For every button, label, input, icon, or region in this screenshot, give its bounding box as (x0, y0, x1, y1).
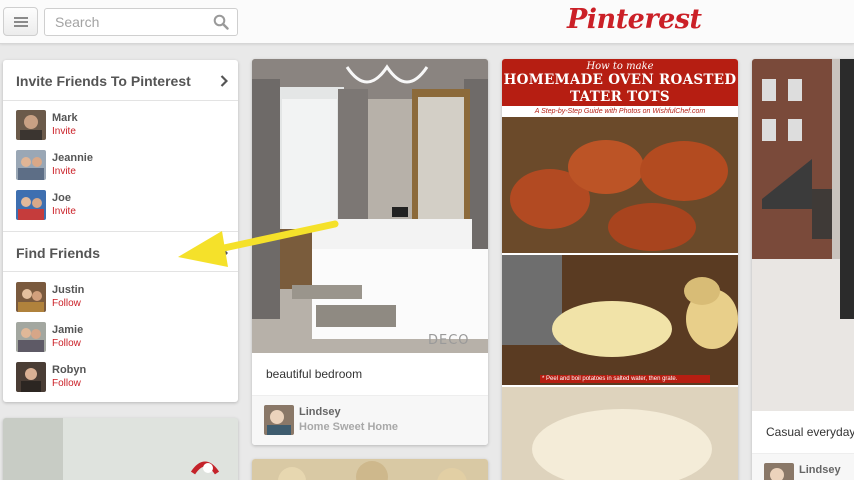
avatar[interactable] (16, 322, 46, 352)
follow-link[interactable]: Follow (52, 298, 81, 309)
avatar[interactable] (16, 190, 46, 220)
pin-card[interactable] (3, 418, 238, 480)
search-icon[interactable] (213, 14, 229, 30)
pin-card[interactable]: How to make HOMEMADE OVEN ROASTED TATER … (502, 59, 738, 480)
avatar[interactable] (16, 150, 46, 180)
search-input[interactable] (55, 13, 205, 31)
invite-link[interactable]: Invite (52, 126, 76, 137)
pin-image[interactable]: DECO (252, 59, 488, 353)
avatar[interactable] (264, 405, 294, 435)
find-friend-item: Jamie Follow (16, 322, 226, 352)
recipe-title-line1: HOMEMADE OVEN ROASTED (503, 72, 737, 88)
top-header: Pinterest (0, 0, 854, 44)
pinterest-logo[interactable]: Pinterest (567, 4, 702, 35)
invite-friend-item: Jeannie Invite (16, 150, 226, 180)
recipe-title-line2: TATER TOTS (570, 89, 670, 105)
pin-board-name[interactable]: Home Sweet Home (299, 421, 398, 433)
annotation-arrow-icon (178, 220, 339, 267)
pin-attribution: Lindsey (752, 453, 854, 480)
recipe-title-small: How to make (586, 61, 654, 72)
avatar[interactable] (16, 282, 46, 312)
pin-card[interactable] (252, 459, 488, 480)
pin-image[interactable] (252, 459, 488, 480)
pin-user-name[interactable]: Lindsey (299, 406, 341, 418)
recipe-subtitle: A Step-by-Step Guide with Photos on Wish… (502, 106, 738, 117)
avatar[interactable] (16, 362, 46, 392)
friend-name: Robyn (52, 364, 87, 376)
hamburger-menu-icon[interactable] (3, 7, 38, 36)
pin-card[interactable]: Casual everyday Lindsey (752, 59, 854, 480)
avatar[interactable] (16, 110, 46, 140)
pin-attribution: Lindsey Home Sweet Home (252, 395, 488, 445)
pin-description: Casual everyday (766, 425, 854, 439)
recipe-step-caption: * Peel and boil potatoes in salted water… (540, 375, 710, 383)
invite-link[interactable]: Invite (52, 206, 76, 217)
friend-name: Mark (52, 112, 78, 124)
friend-name: Jeannie (52, 152, 93, 164)
friend-name: Joe (52, 192, 71, 204)
search-box[interactable] (44, 8, 238, 36)
invite-friends-title[interactable]: Invite Friends To Pinterest (16, 73, 191, 89)
pin-image[interactable]: How to make HOMEMADE OVEN ROASTED TATER … (502, 59, 738, 480)
pin-description: beautiful bedroom (266, 367, 363, 381)
follow-link[interactable]: Follow (52, 338, 81, 349)
divider (3, 100, 238, 101)
invite-link[interactable]: Invite (52, 166, 76, 177)
watermark: DECO (428, 333, 470, 348)
avatar[interactable] (764, 463, 794, 480)
chevron-right-icon[interactable] (220, 75, 228, 87)
find-friend-item: Justin Follow (16, 282, 226, 312)
follow-link[interactable]: Follow (52, 378, 81, 389)
friend-name: Jamie (52, 324, 84, 336)
find-friend-item: Robyn Follow (16, 362, 226, 392)
invite-friend-item: Mark Invite (16, 110, 226, 140)
friend-name: Justin (52, 284, 85, 296)
find-friends-title[interactable]: Find Friends (16, 245, 100, 261)
pin-image[interactable] (3, 418, 238, 480)
pin-user-name[interactable]: Lindsey (799, 464, 841, 476)
pin-image[interactable] (752, 59, 854, 411)
